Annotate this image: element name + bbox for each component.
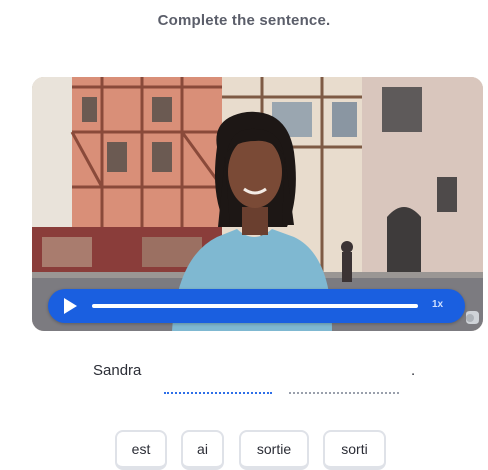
sentence-period: . [411, 362, 416, 379]
progress-slider[interactable] [92, 304, 418, 308]
playback-speed-button[interactable]: 1x [432, 299, 443, 310]
word-chip-sortie[interactable]: sortie [239, 430, 309, 470]
instruction-title: Complete the sentence. [157, 12, 331, 29]
answer-blank-1[interactable] [164, 389, 272, 394]
sentence-subject: Sandra [93, 362, 142, 379]
word-chip-ai[interactable]: ai [181, 430, 224, 470]
word-chip-sorti[interactable]: sorti [323, 430, 386, 470]
play-icon[interactable] [64, 298, 77, 314]
exercise-screen: Complete the sentence. 1x Sandra . est a… [0, 0, 488, 470]
answer-blank-2[interactable] [289, 389, 399, 394]
word-chip-est[interactable]: est [115, 430, 167, 470]
chat-bubble-icon [466, 311, 479, 324]
video-controls: 1x [48, 289, 465, 323]
